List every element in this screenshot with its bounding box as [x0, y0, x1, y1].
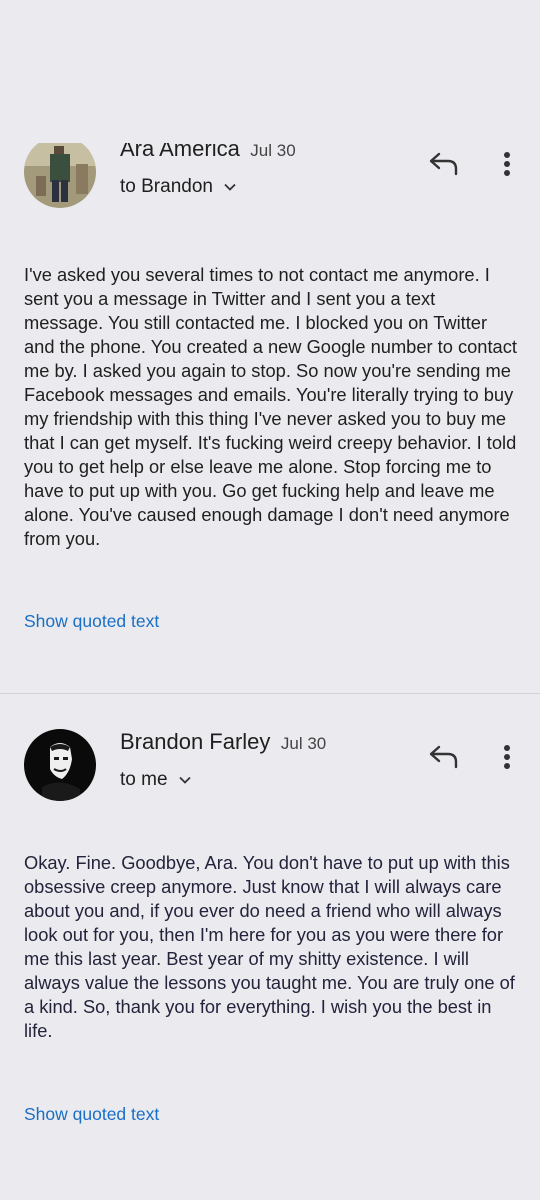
- avatar[interactable]: [24, 729, 96, 801]
- email-message-2: Brandon Farley Jul 30 to me Okay. Fine. …: [0, 693, 540, 1124]
- message-date: Jul 30: [280, 734, 327, 753]
- recipient-label: to me: [120, 769, 168, 790]
- chevron-down-icon: [178, 776, 191, 784]
- message-body: Okay. Fine. Goodbye, Ara. You don't have…: [24, 852, 515, 1041]
- show-quoted-text-link[interactable]: Show quoted text: [24, 1104, 159, 1125]
- sender-line: Brandon Farley Jul 30: [120, 729, 326, 755]
- more-vert-icon[interactable]: [498, 146, 516, 182]
- show-quoted-text-link[interactable]: Show quoted text: [24, 611, 159, 632]
- reply-icon[interactable]: [428, 743, 460, 771]
- chevron-down-icon: [224, 183, 236, 191]
- reply-icon[interactable]: [428, 150, 460, 178]
- recipient-dropdown[interactable]: to Brandon: [120, 176, 237, 198]
- avatar[interactable]: [24, 136, 96, 208]
- top-mask: [0, 0, 540, 143]
- recipient-label: to Brandon: [120, 176, 213, 197]
- recipient-dropdown[interactable]: to me: [120, 769, 192, 791]
- message-header[interactable]: Brandon Farley Jul 30 to me: [0, 693, 540, 813]
- message-date: Jul 30: [250, 141, 296, 160]
- message-body: I've asked you several times to not cont…: [24, 264, 517, 549]
- more-vert-icon[interactable]: [498, 739, 516, 775]
- sender-name: Brandon Farley: [120, 729, 271, 754]
